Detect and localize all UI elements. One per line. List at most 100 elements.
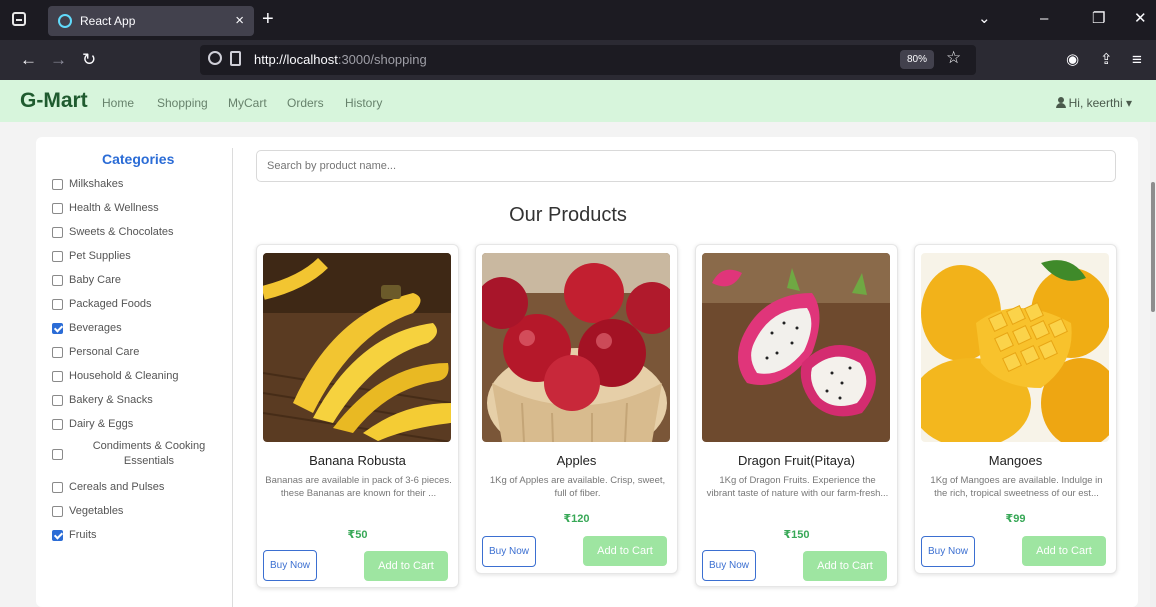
category-item[interactable]: Bakery & Snacks [52,392,153,408]
category-label: Dairy & Eggs [69,418,134,430]
react-icon [58,14,72,28]
nav-link-orders[interactable]: Orders [287,96,324,110]
category-checkbox[interactable] [52,418,63,430]
product-price: ₹50 [347,529,368,541]
browser-tab[interactable]: React App × [48,6,254,36]
page-icon [230,51,241,66]
category-item[interactable]: Personal Care [52,344,139,360]
product-card: Apples 1Kg of Apples are available. Cris… [475,244,678,574]
category-label: Condiments & Cooking Essentials [92,440,206,467]
category-label: Pet Supplies [69,250,131,262]
products-heading-text: Our Products [509,204,627,226]
category-checkbox[interactable] [52,394,63,406]
window-icon[interactable] [12,12,26,26]
product-name: Banana Robusta [309,453,406,468]
product-description: 1Kg of Apples are available. Crisp, swee… [489,475,666,499]
menu-icon[interactable]: ≡ [1132,50,1142,70]
tab-close-button[interactable]: × [235,12,244,29]
category-label: Personal Care [69,346,140,358]
forward-arrow-icon[interactable]: → [50,50,67,70]
category-label: Baby Care [69,274,121,286]
category-checkbox[interactable] [52,481,63,493]
category-checkbox[interactable] [52,298,63,310]
category-checkbox[interactable] [52,505,63,517]
product-image-banana[interactable] [263,253,451,442]
categories-title: Categories [102,151,175,167]
scrollbar-thumb[interactable] [1151,182,1155,312]
category-item[interactable]: Vegetables [52,503,123,519]
zoom-level[interactable]: 80% [900,50,934,69]
category-item[interactable]: Milkshakes [52,176,123,192]
category-item[interactable]: Pet Supplies [52,248,131,264]
search-input[interactable] [256,150,1116,182]
category-label: Household & Cleaning [69,370,179,382]
product-description: 1Kg of Mangoes are available. Indulge in… [930,475,1103,499]
add-to-cart-button[interactable]: Add to Cart [583,536,667,566]
product-card: Banana Robusta Bananas are available in … [256,244,459,588]
tab-list-chevron-icon[interactable]: ⌄ [978,9,991,29]
add-to-cart-button[interactable]: Add to Cart [803,551,887,581]
category-checkbox[interactable] [52,250,63,262]
category-item[interactable]: Dairy & Eggs [52,416,133,432]
buy-now-button[interactable]: Buy Now [263,550,317,581]
user-greeting: Hi, keerthi ▾ [1068,96,1132,110]
user-menu[interactable]: Hi, keerthi ▾ [1055,96,1132,110]
url-bar[interactable]: http://localhost:3000/shopping 80% ☆ [200,45,976,75]
product-description: Bananas are available in pack of 3-6 pie… [265,475,452,499]
category-label: Bakery & Snacks [69,394,153,406]
url-host: http://localhost [254,52,338,67]
new-tab-button[interactable]: + [262,9,274,29]
product-price: ₹150 [783,529,810,541]
page-scrollbar[interactable] [1150,122,1156,607]
category-item[interactable]: Condiments & Cooking Essentials [52,440,229,467]
category-checkbox[interactable] [52,226,63,238]
category-item[interactable]: Fruits [52,527,97,543]
app-navbar: G-Mart Home Shopping MyCart Orders Histo… [0,80,1156,122]
maximize-icon[interactable]: ❐ [1092,9,1105,29]
tab-title: React App [80,14,136,28]
account-icon[interactable]: ◉ [1066,50,1079,70]
user-icon [1055,97,1066,108]
category-item[interactable]: Household & Cleaning [52,368,178,384]
browser-titlebar: React App × + ⌄ – ❐ ✕ [0,0,1156,40]
star-icon[interactable]: ☆ [946,48,961,68]
category-checkbox[interactable] [52,346,63,358]
buy-now-button[interactable]: Buy Now [482,536,536,567]
product-name: Apples [556,453,597,468]
back-arrow-icon[interactable]: ← [20,50,37,70]
nav-link-mycart[interactable]: MyCart [228,96,267,110]
category-checkbox[interactable] [52,370,63,382]
buy-now-button[interactable]: Buy Now [921,536,975,567]
product-image-apples[interactable] [482,253,670,442]
category-checkbox[interactable] [52,322,63,334]
buy-now-button[interactable]: Buy Now [702,550,756,581]
url-text[interactable]: http://localhost:3000/shopping [254,52,427,67]
minimize-icon[interactable]: – [1040,9,1048,29]
product-price: ₹99 [1005,513,1026,525]
category-item[interactable]: Packaged Foods [52,296,152,312]
nav-link-history[interactable]: History [345,96,382,110]
category-checkbox[interactable] [52,274,63,286]
category-label: Fruits [69,529,97,541]
category-item[interactable]: Baby Care [52,272,121,288]
nav-link-shopping[interactable]: Shopping [157,96,208,110]
product-image-dragon-fruit[interactable] [702,253,890,442]
reload-icon[interactable]: ↻ [82,50,96,70]
close-window-icon[interactable]: ✕ [1134,9,1147,29]
add-to-cart-button[interactable]: Add to Cart [1022,536,1106,566]
category-item[interactable]: Cereals and Pulses [52,479,164,495]
category-label: Cereals and Pulses [69,481,165,493]
category-item[interactable]: Beverages [52,320,122,336]
product-image-mangoes[interactable] [921,253,1109,442]
extensions-icon[interactable]: ⇪ [1100,50,1113,70]
add-to-cart-button[interactable]: Add to Cart [364,551,448,581]
category-checkbox[interactable] [52,178,63,190]
category-label: Sweets & Chocolates [69,226,174,238]
product-name: Mangoes [988,453,1043,468]
nav-link-home[interactable]: Home [102,96,134,110]
product-card: Mangoes 1Kg of Mangoes are available. In… [914,244,1117,574]
brand-logo[interactable]: G-Mart [20,89,88,113]
category-checkbox[interactable] [52,529,63,541]
category-checkbox[interactable] [52,448,63,460]
shield-icon[interactable] [208,51,222,65]
